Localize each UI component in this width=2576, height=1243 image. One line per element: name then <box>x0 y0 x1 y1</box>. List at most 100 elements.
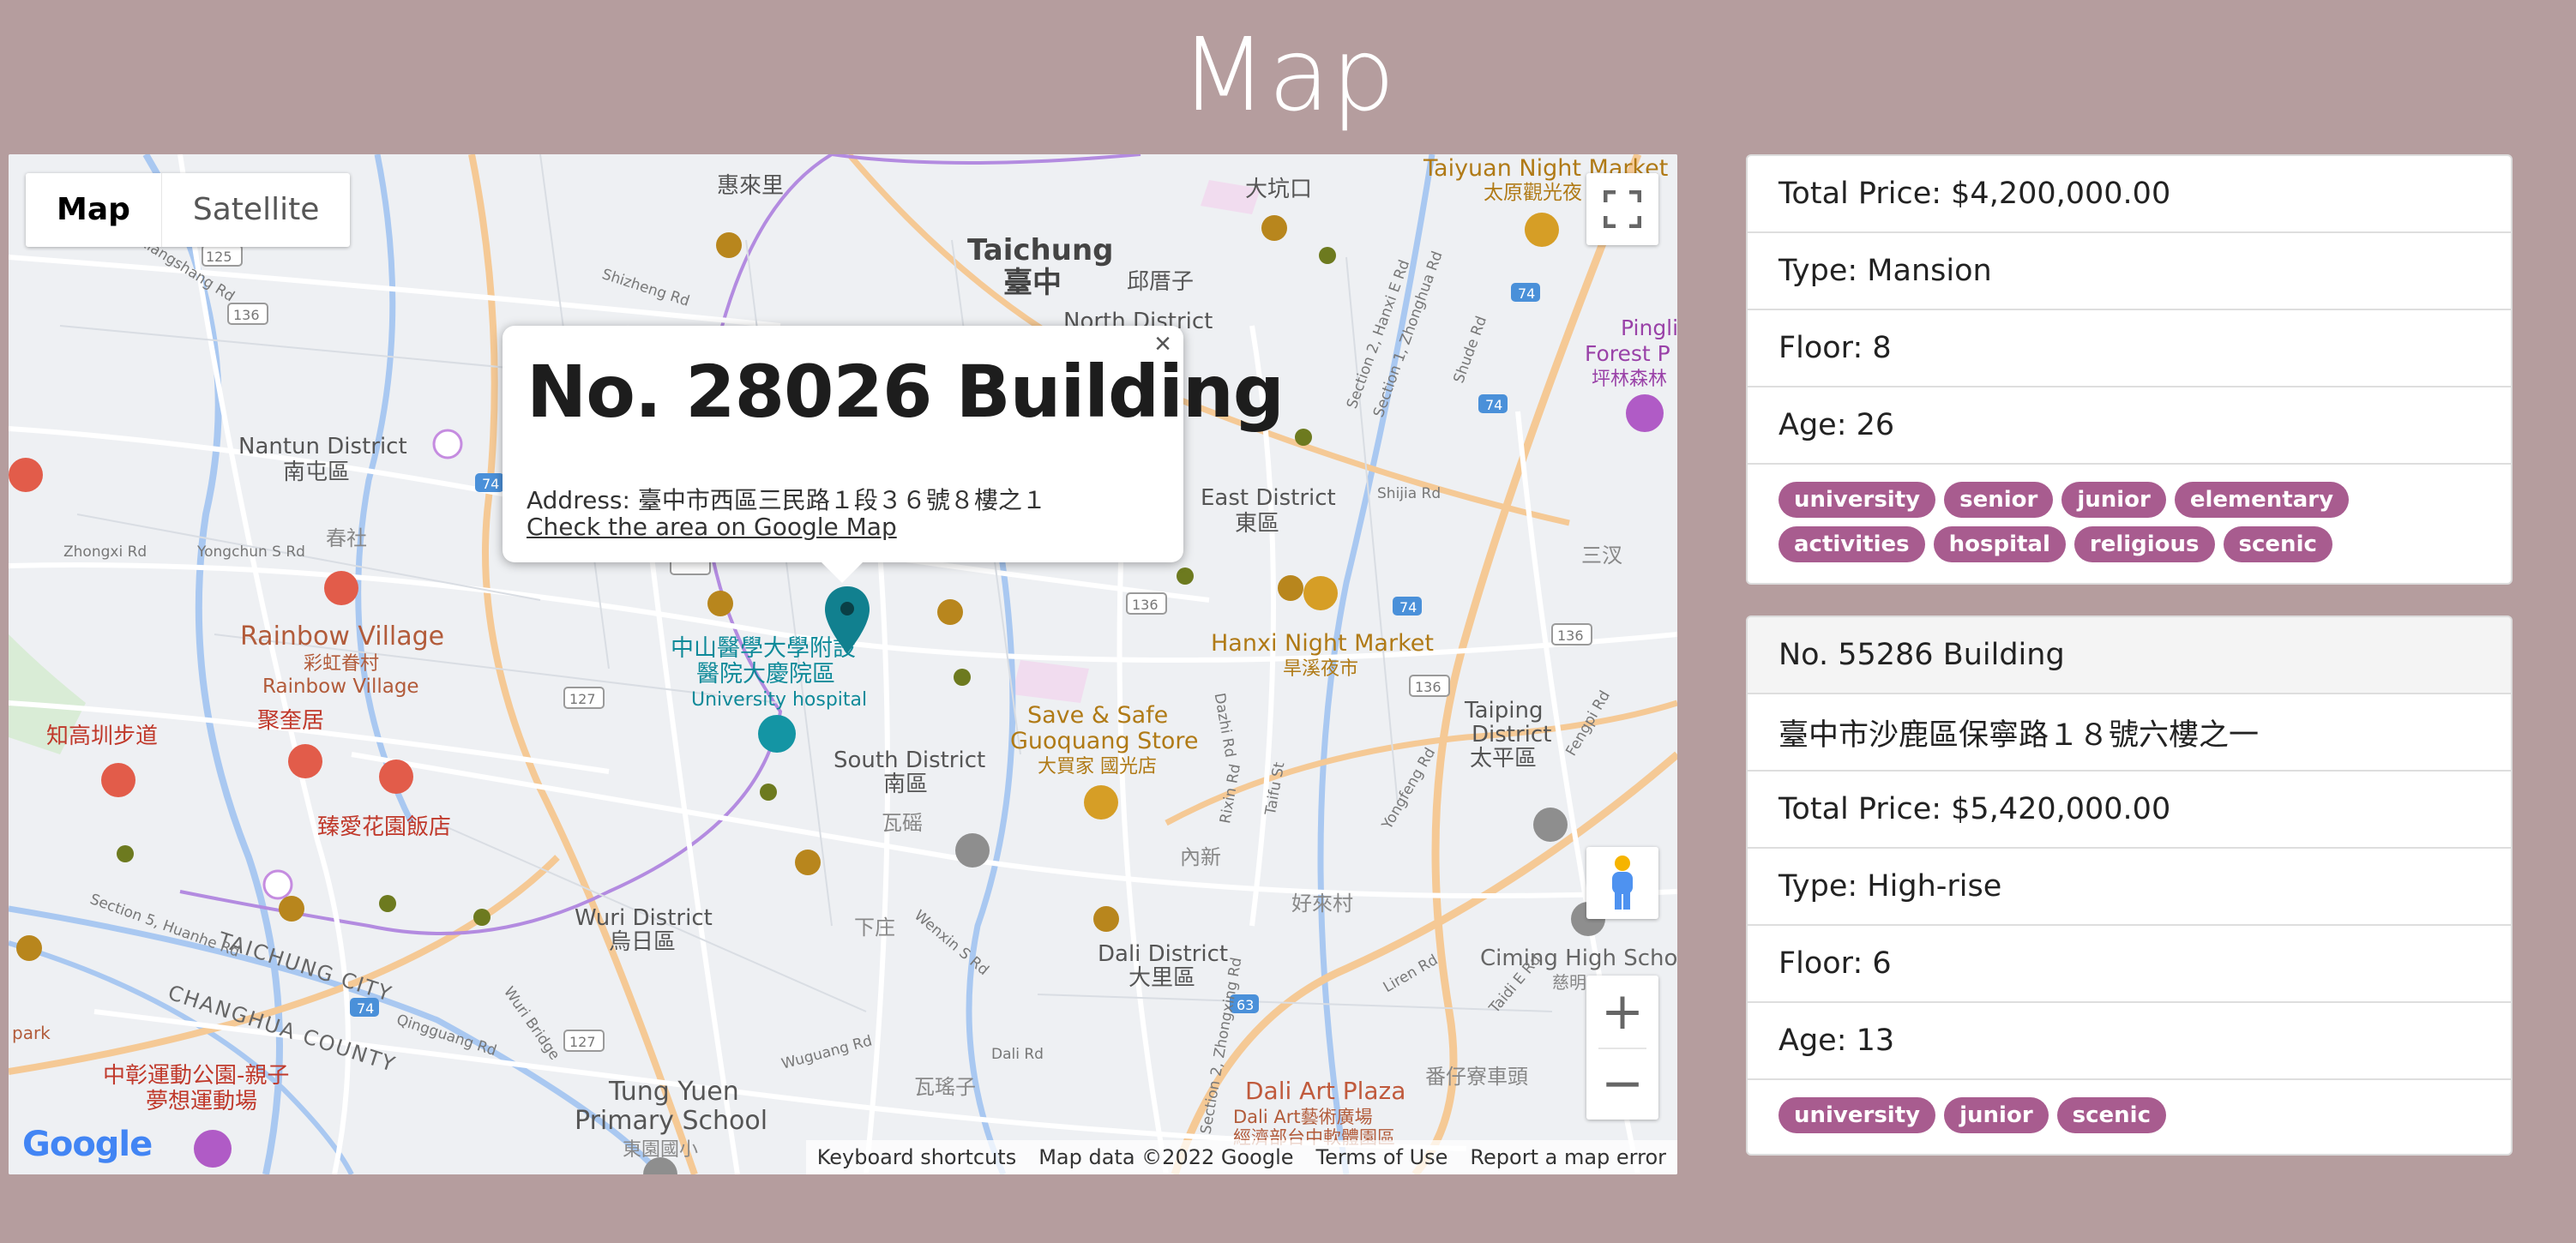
road-shield-136-d: 136 <box>1557 628 1584 644</box>
map-type-map-button[interactable]: Map <box>26 173 162 247</box>
card-1-age: Age: 26 <box>1748 387 2511 465</box>
map-label-pinglin-2: Forest P <box>1585 341 1670 366</box>
map-label-sanchan: 三汊 <box>1581 543 1622 567</box>
map-label-wuri: Wuri District <box>575 905 713 931</box>
road-label-yongchun: Yongchun S Rd <box>197 543 305 561</box>
map-label-nantun: Nantun District <box>238 434 407 459</box>
road-shield-63: 63 <box>1237 997 1255 1013</box>
card-2-total-price: Total Price: $5,420,000.00 <box>1748 772 2511 849</box>
map-label-shecun: 番仔寮車頭 <box>1425 1065 1528 1089</box>
map-label-haozi: 好來村 <box>1291 892 1353 916</box>
tag-badge: hospital <box>1933 526 2066 562</box>
check-area-link[interactable]: Check the area on Google Map <box>527 513 897 541</box>
road-shield-74-b: 74 <box>1485 397 1503 413</box>
street-view-pegman-button[interactable] <box>1586 847 1658 919</box>
map-label-zhongzhang: 中彰運動公園-親子 <box>103 1063 290 1089</box>
info-window: × No. 28026 Building Address: 臺中市西區三民路１段… <box>503 326 1285 583</box>
card-1-type: Type: Mansion <box>1748 233 2511 310</box>
card-2-age: Age: 13 <box>1748 1003 2511 1080</box>
map-label-hanxi-zh: 旱溪夜市 <box>1283 658 1359 680</box>
map-label-south-district: South District <box>834 748 986 773</box>
page-title: Map <box>1179 15 1397 134</box>
terms-of-use-link[interactable]: Terms of Use <box>1305 1145 1460 1169</box>
map-label-pinglin-zh: 坪林森林 <box>1592 369 1668 390</box>
card-1-total-price: Total Price: $4,200,000.00 <box>1748 156 2511 233</box>
map-label-taiping-2: District <box>1472 722 1552 748</box>
map-label-taichung: Taichung <box>967 233 1114 267</box>
map-pin-icon <box>825 586 870 653</box>
fullscreen-button[interactable] <box>1586 173 1658 245</box>
pegman-icon <box>1612 856 1633 910</box>
listing-card-1: Total Price: $4,200,000.00 Type: Mansion… <box>1746 154 2513 585</box>
tag-badge: activities <box>1779 526 1925 562</box>
map-label-taiping-zh: 太平區 <box>1470 746 1538 772</box>
map-label-dali-art: Dali Art Plaza <box>1245 1077 1406 1105</box>
map-label-zhilinbu: 知高圳步道 <box>46 724 159 749</box>
map-type-satellite-button[interactable]: Satellite <box>162 173 350 247</box>
map-label-east-district: East District <box>1201 485 1336 511</box>
map-label-rainbow-2: Rainbow Village <box>262 676 419 698</box>
map-data-text: Map data ©2022 Google <box>1038 1145 1294 1169</box>
card-2-tags: university junior scenic <box>1748 1080 2511 1154</box>
tag-badge: junior <box>2061 482 2166 518</box>
building-marker[interactable] <box>823 585 871 659</box>
road-label-zhongxi: Zhongxi Rd <box>63 543 147 561</box>
map-label-south-district-zh: 南區 <box>883 772 929 797</box>
map-label-save-safe: Save & Safe <box>1027 702 1169 729</box>
map-label-beitun: 邱厝子 <box>1127 269 1195 295</box>
road-shield-136-b: 136 <box>1132 597 1159 613</box>
fullscreen-icon <box>1604 190 1641 228</box>
map-label-wacuo: 瓦磘 <box>882 811 923 835</box>
tag-badge: elementary <box>2174 482 2350 518</box>
map-label-tung-yuen-2: Primary School <box>575 1106 768 1136</box>
road-shield-74-c: 74 <box>1399 599 1417 615</box>
map-label-guoquang-zh: 大買家 國光店 <box>1038 756 1157 778</box>
map-label-wayaozi: 瓦瑤子 <box>914 1075 976 1099</box>
map-label-rainbow: Rainbow Village <box>240 622 445 652</box>
map-attribution: Keyboard shortcuts Map data ©2022 Google… <box>805 1140 1677 1174</box>
card-2-floor: Floor: 6 <box>1748 926 2511 1003</box>
zoom-in-button[interactable]: + <box>1586 976 1658 1048</box>
card-1-floor: Floor: 8 <box>1748 310 2511 387</box>
map-label-xiazhuang: 下庄 <box>854 916 895 940</box>
road-shield-125: 125 <box>206 249 232 265</box>
map-label-hanxi: Hanxi Night Market <box>1211 630 1434 657</box>
map-view[interactable]: 惠來里 Taichung 臺中 大坑口 邱厝子 North District T… <box>9 154 1677 1174</box>
card-2-address: 臺中市沙鹿區保寧路１８號六樓之一 <box>1748 694 2511 772</box>
road-shield-136-a: 136 <box>233 307 260 323</box>
info-window-address: Address: 臺中市西區三民路１段３６號８樓之１ <box>527 486 1046 514</box>
map-label-pinglin: Pingli <box>1621 315 1677 340</box>
tag-badge: religious <box>2073 526 2215 562</box>
map-type-control: Map Satellite <box>26 173 351 247</box>
road-shield-74-e: 74 <box>357 1000 375 1017</box>
road-label-shijia: Shijia Rd <box>1377 485 1441 502</box>
map-label-dakeng: 大坑口 <box>1245 177 1313 202</box>
info-window-title: No. 28026 Building <box>527 350 1285 434</box>
map-label-tung-yuen-zh: 東園國小 <box>623 1139 699 1161</box>
map-label-hospital-en: University hospital <box>691 689 868 711</box>
road-shield-74-a: 74 <box>1518 285 1536 302</box>
map-label-east-district-zh: 東區 <box>1235 511 1280 537</box>
google-logo-mark: Google <box>22 1125 153 1164</box>
tag-badge: university <box>1779 1097 1936 1133</box>
map-label-taiyuan-zh: 太原觀光夜 <box>1484 182 1582 204</box>
map-label-zhongzhang-2: 夢想運動場 <box>146 1089 258 1114</box>
map-label-ciming: Ciming High Scho <box>1480 946 1677 971</box>
map-label-jujiaju: 聚奎居 <box>257 708 325 734</box>
road-shield-127-b: 127 <box>569 1034 596 1050</box>
card-2-header: No. 55286 Building <box>1748 617 2511 694</box>
card-2-type: Type: High-rise <box>1748 849 2511 926</box>
map-label-guoquang: Guoquang Store <box>1010 728 1199 754</box>
map-label-nantun-zh: 南屯區 <box>283 459 351 485</box>
report-map-error-link[interactable]: Report a map error <box>1459 1145 1677 1169</box>
zoom-out-button[interactable]: − <box>1586 1048 1658 1120</box>
tag-badge: junior <box>1944 1097 2049 1133</box>
road-shield-136-c: 136 <box>1415 679 1441 695</box>
keyboard-shortcuts-link[interactable]: Keyboard shortcuts <box>806 1145 1027 1169</box>
map-label-taiping: Taiping <box>1465 698 1544 724</box>
zoom-control: + − <box>1586 976 1658 1120</box>
google-logo: Google <box>22 1125 153 1164</box>
card-1-tags: university senior junior elementary acti… <box>1748 465 2511 583</box>
map-label-wuri-zh: 烏日區 <box>609 929 677 955</box>
map-label-zhenai: 臻愛花園飯店 <box>317 814 452 840</box>
